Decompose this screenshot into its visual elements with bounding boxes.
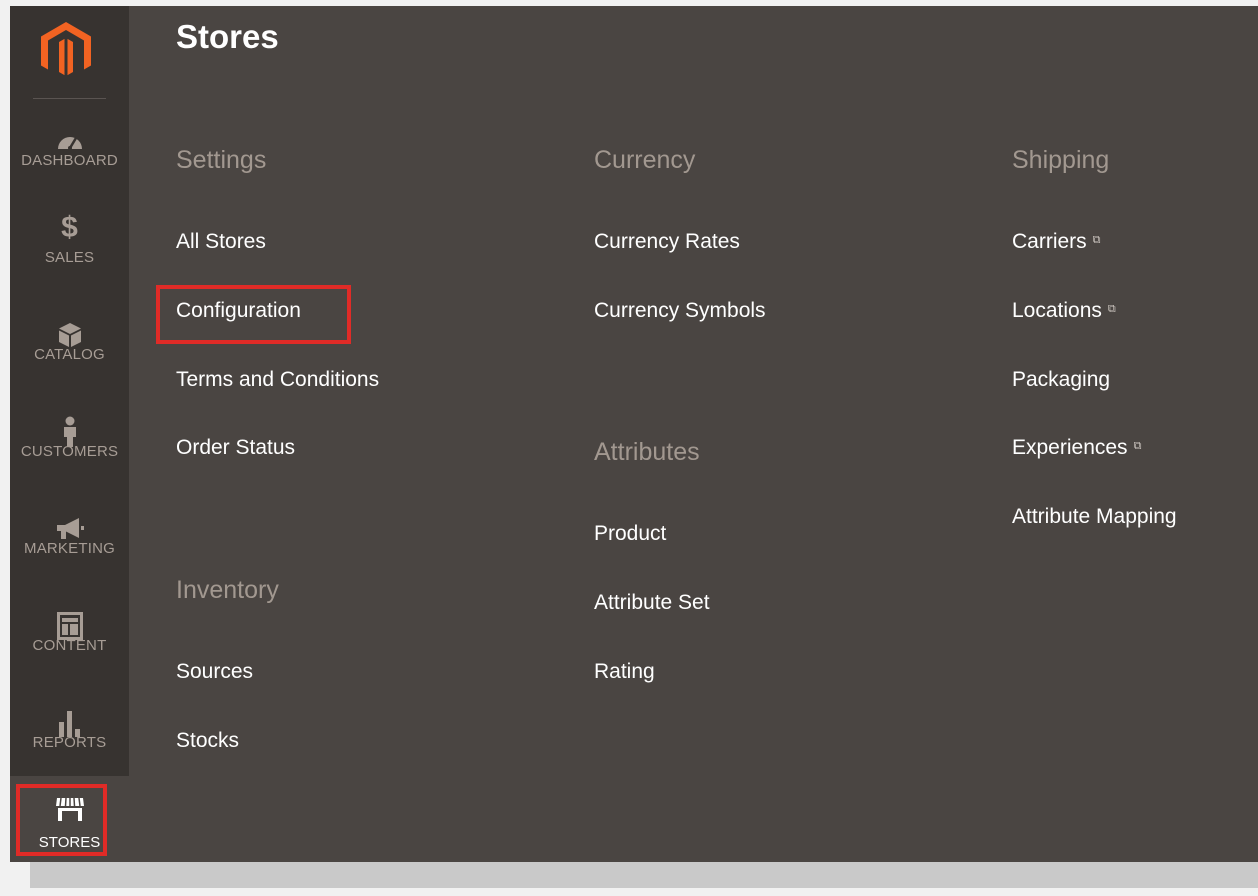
section-title-currency: Currency [594,146,696,174]
nav-label: SALES [44,249,95,266]
nav-dashboard[interactable]: DASHBOARD [10,106,129,203]
link-rating[interactable]: Rating [594,660,655,684]
section-title-attributes: Attributes [594,438,700,466]
nav-catalog[interactable]: CATALOG [10,300,129,397]
link-label: Carriers [1012,230,1087,253]
nav-reports[interactable]: REPORTS [10,688,129,785]
section-title-inventory: Inventory [176,576,279,604]
link-currency-rates[interactable]: Currency Rates [594,230,740,254]
external-link-icon: ⧉ [1092,234,1101,246]
link-product[interactable]: Product [594,522,666,546]
nav-label: REPORTS [32,734,107,751]
link-locations[interactable]: Locations ⧉ [1012,299,1116,323]
external-link-icon: ⧉ [1107,303,1116,315]
nav-label: DASHBOARD [21,152,118,169]
external-link-icon: ⧉ [1133,440,1142,452]
section-title-shipping: Shipping [1012,146,1110,174]
page-shadow-band [30,858,1258,888]
dollar-icon: $ [61,211,78,244]
link-packaging[interactable]: Packaging [1012,368,1110,392]
nav-content[interactable]: CONTENT [10,591,129,688]
admin-sidebar: DASHBOARD $ SALES CATALOG CUSTOMERS MARK… [10,6,129,776]
magento-logo-icon[interactable] [10,16,129,86]
nav-customers[interactable]: CUSTOMERS [10,397,129,494]
link-all-stores[interactable]: All Stores [176,230,266,254]
page-title: Stores [176,18,279,55]
nav-label: CUSTOMERS [20,443,119,460]
section-title-settings: Settings [176,146,267,174]
stores-highlight-box [16,784,107,856]
nav-marketing[interactable]: MARKETING [10,494,129,591]
link-order-status[interactable]: Order Status [176,436,295,460]
link-experiences[interactable]: Experiences ⧉ [1012,436,1141,460]
nav-label: CONTENT [32,637,107,654]
configuration-highlight-box [156,285,351,344]
link-currency-symbols[interactable]: Currency Symbols [594,299,766,323]
link-attribute-mapping[interactable]: Attribute Mapping [1012,505,1177,529]
link-label: Locations [1012,299,1102,322]
link-sources[interactable]: Sources [176,660,253,684]
nav-label: CATALOG [34,346,105,363]
link-label: Experiences [1012,436,1128,459]
logo-divider [33,98,106,99]
link-terms-and-conditions[interactable]: Terms and Conditions [176,368,379,392]
stores-menu-panel: DASHBOARD $ SALES CATALOG CUSTOMERS MARK… [10,6,1258,862]
link-attribute-set[interactable]: Attribute Set [594,591,710,615]
link-carriers[interactable]: Carriers ⧉ [1012,230,1101,254]
nav-label: MARKETING [24,540,115,557]
nav-sales[interactable]: $ SALES [10,203,129,300]
nav-stores[interactable]: STORES [10,776,129,862]
link-stocks[interactable]: Stocks [176,729,239,753]
